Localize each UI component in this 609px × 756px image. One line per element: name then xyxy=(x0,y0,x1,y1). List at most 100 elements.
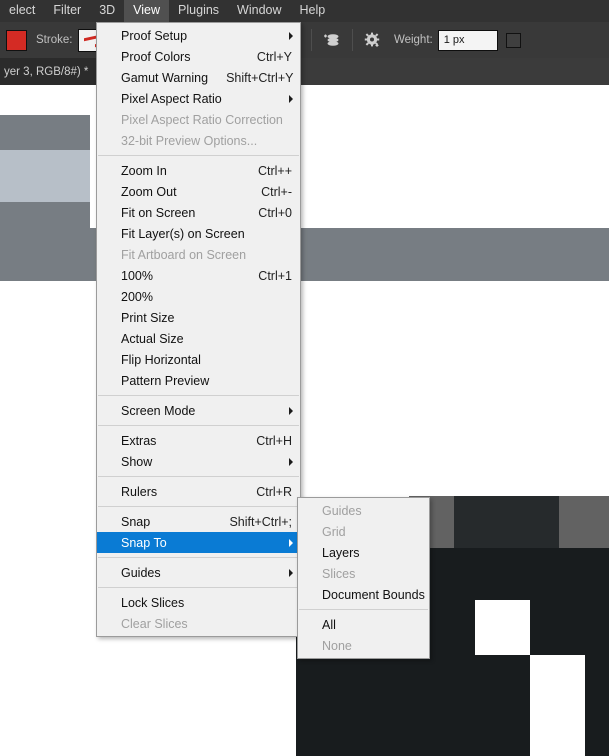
menu-item-gamut-warning[interactable]: Gamut Warning Shift+Ctrl+Y xyxy=(97,67,300,88)
menu-item-print-size[interactable]: Print Size xyxy=(97,307,300,328)
submenu-arrow-icon xyxy=(289,31,293,40)
menu-item-zoom-out[interactable]: Zoom Out Ctrl+- xyxy=(97,181,300,202)
black-left-column xyxy=(316,655,336,756)
menu-item-fit-on-screen[interactable]: Fit on Screen Ctrl+0 xyxy=(97,202,300,223)
divider xyxy=(310,29,312,51)
menu-item-shortcut: Ctrl+0 xyxy=(258,205,292,220)
menu-item-label: Fit Artboard on Screen xyxy=(121,247,247,262)
menu-item-snap[interactable]: Snap Shift+Ctrl+; xyxy=(97,511,300,532)
menu-item-label: 200% xyxy=(121,289,153,304)
weight-label: Weight: xyxy=(393,34,433,46)
menu-item-pixel-aspect-ratio[interactable]: Pixel Aspect Ratio xyxy=(97,88,300,109)
menu-separator xyxy=(98,587,299,588)
menu-item-label: Proof Colors xyxy=(121,49,191,64)
snap-item-slices: Slices xyxy=(298,563,429,584)
menu-item-label: Grid xyxy=(322,524,346,539)
menu-item-shortcut: Ctrl+H xyxy=(256,433,292,448)
menu-item-label: Actual Size xyxy=(121,331,184,346)
menu-item-extras[interactable]: Extras Ctrl+H xyxy=(97,430,300,451)
menu-separator xyxy=(299,609,428,610)
menu-item-screen-mode[interactable]: Screen Mode xyxy=(97,400,300,421)
mid-gray-block-b xyxy=(559,496,609,548)
menu-separator xyxy=(98,557,299,558)
menu-item-label: Guides xyxy=(322,503,362,518)
menu-item-pixel-aspect-ratio-correction: Pixel Aspect Ratio Correction xyxy=(97,109,300,130)
menu-item-fit-artboard-on-screen: Fit Artboard on Screen xyxy=(97,244,300,265)
menu-item-label: Pixel Aspect Ratio xyxy=(121,91,222,106)
snap-item-all[interactable]: All xyxy=(298,614,429,635)
menu-item-zoom-in[interactable]: Zoom In Ctrl++ xyxy=(97,160,300,181)
menu-item-shortcut: Shift+Ctrl+; xyxy=(229,514,292,529)
menu-item-guides[interactable]: Guides xyxy=(97,562,300,583)
menu-item-label: Fit on Screen xyxy=(121,205,196,220)
snap-item-guides: Guides xyxy=(298,500,429,521)
menu-item-shortcut: Ctrl+Y xyxy=(256,49,292,64)
menu-item-clear-slices: Clear Slices xyxy=(97,613,300,634)
menu-item-show[interactable]: Show xyxy=(97,451,300,472)
snap-item-document-bounds[interactable]: Document Bounds xyxy=(298,584,429,605)
menu-separator xyxy=(98,476,299,477)
menubar-item-3d[interactable]: 3D xyxy=(90,0,124,22)
menubar-item-view[interactable]: View xyxy=(124,0,170,22)
menu-item-label: All xyxy=(322,617,336,632)
menu-item-lock-slices[interactable]: Lock Slices xyxy=(97,592,300,613)
snap-to-submenu[interactable]: Guides Grid Layers Slices Document Bounds All… xyxy=(297,497,430,659)
document-tab-label: yer 3, RGB/8#) * xyxy=(4,65,89,78)
menu-item-snap-to[interactable]: Snap To xyxy=(97,532,300,553)
menu-separator xyxy=(98,425,299,426)
light-gray-bar-left xyxy=(0,150,90,202)
color-swatch-icon[interactable] xyxy=(6,29,27,51)
gray-bar-upper-left xyxy=(0,115,90,150)
menu-item-proof-setup[interactable]: Proof Setup xyxy=(97,25,300,46)
options-bar: Stroke: H: 0 px xyxy=(0,22,609,58)
gray-band-wide xyxy=(0,228,609,281)
menu-item-200[interactable]: 200% xyxy=(97,286,300,307)
menubar-item-window[interactable]: Window xyxy=(228,0,290,22)
menubar-item-help[interactable]: Help xyxy=(291,0,335,22)
menu-item-pattern-preview[interactable]: Pattern Preview xyxy=(97,370,300,391)
menu-item-label: Proof Setup xyxy=(121,28,188,43)
menu-item-label: 32-bit Preview Options... xyxy=(121,133,258,148)
menu-item-flip-horizontal[interactable]: Flip Horizontal xyxy=(97,349,300,370)
menu-item-label: Lock Slices xyxy=(121,595,185,610)
menu-item-32-bit-preview-options: 32-bit Preview Options... xyxy=(97,130,300,151)
gear-icon[interactable] xyxy=(362,29,384,51)
submenu-arrow-icon xyxy=(289,457,293,466)
menu-item-label: Pattern Preview xyxy=(121,373,210,388)
snap-item-layers[interactable]: Layers xyxy=(298,542,429,563)
dark-block-a xyxy=(454,496,559,548)
path-arrangement-icon[interactable] xyxy=(321,29,343,51)
menu-item-label: None xyxy=(322,638,352,653)
menubar-item-filter[interactable]: Filter xyxy=(44,0,90,22)
menu-item-fit-layer-s-on-screen[interactable]: Fit Layer(s) on Screen xyxy=(97,223,300,244)
view-dropdown-menu[interactable]: Proof Setup Proof Colors Ctrl+Y Gamut Warni… xyxy=(96,22,301,637)
menu-item-100[interactable]: 100% Ctrl+1 xyxy=(97,265,300,286)
menu-item-label: 100% xyxy=(121,268,153,283)
menubar-item-select[interactable]: elect xyxy=(0,0,44,22)
weight-input[interactable]: 1 px xyxy=(437,29,498,51)
submenu-arrow-icon xyxy=(289,568,293,577)
menu-item-shortcut: Shift+Ctrl+Y xyxy=(226,70,294,85)
submenu-arrow-icon xyxy=(289,538,293,547)
menu-item-label: Extras xyxy=(121,433,157,448)
menu-item-actual-size[interactable]: Actual Size xyxy=(97,328,300,349)
menu-item-label: Screen Mode xyxy=(121,403,196,418)
menu-item-shortcut: Ctrl+R xyxy=(256,484,292,499)
menu-separator xyxy=(98,395,299,396)
menu-item-label: Zoom Out xyxy=(121,184,177,199)
menu-item-label: Layers xyxy=(322,545,360,560)
menu-item-label: Slices xyxy=(322,566,356,581)
menu-item-shortcut: Ctrl+1 xyxy=(258,268,292,283)
white-square-lower xyxy=(530,655,585,756)
divider xyxy=(351,29,353,51)
menu-item-label: Flip Horizontal xyxy=(121,352,201,367)
menu-item-label: Clear Slices xyxy=(121,616,188,631)
menubar-item-plugins[interactable]: Plugins xyxy=(169,0,228,22)
snap-item-grid: Grid xyxy=(298,521,429,542)
menu-item-label: Rulers xyxy=(121,484,158,499)
menu-item-proof-colors[interactable]: Proof Colors Ctrl+Y xyxy=(97,46,300,67)
document-tab[interactable]: yer 3, RGB/8#) * × xyxy=(0,58,109,85)
menu-item-label: Show xyxy=(121,454,153,469)
menu-item-rulers[interactable]: Rulers Ctrl+R xyxy=(97,481,300,502)
checkbox-icon[interactable] xyxy=(505,32,521,48)
